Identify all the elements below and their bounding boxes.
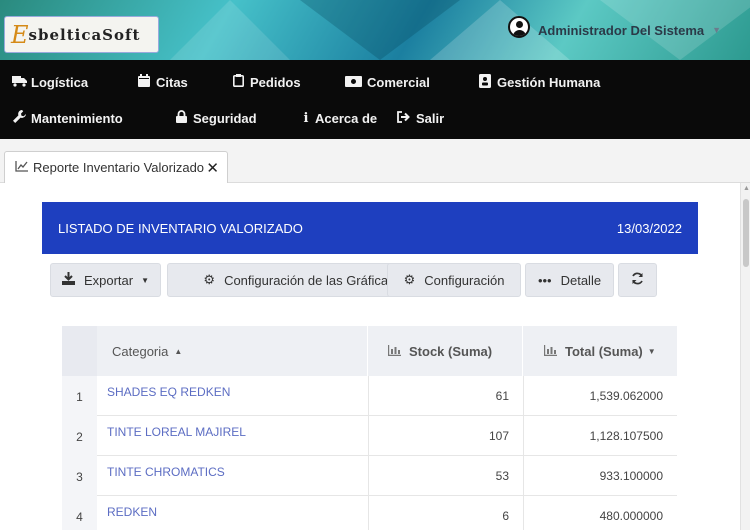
money-icon xyxy=(344,75,362,90)
total-cell: 1,128.107500 xyxy=(523,416,677,456)
scroll-up-arrow-icon[interactable]: ▲ xyxy=(743,185,750,192)
row-number-header xyxy=(62,326,97,376)
nav-item-gestion-humana[interactable]: Gestión Humana xyxy=(478,72,600,92)
main-nav: Logística Citas Pedidos Comercial Gestió… xyxy=(0,60,750,139)
nav-item-mantenimiento[interactable]: Mantenimiento xyxy=(12,108,123,128)
column-separator xyxy=(522,326,523,376)
gear-icon: ⚙ xyxy=(203,272,216,287)
config-button[interactable]: ⚙ Configuración xyxy=(387,263,521,297)
chart-config-label: Configuración de las Gráficas xyxy=(224,272,395,288)
export-button[interactable]: Exportar ▼ xyxy=(50,263,161,297)
nav-item-salir[interactable]: Salir xyxy=(397,108,444,128)
export-label: Exportar xyxy=(83,272,134,288)
nav-label: Comercial xyxy=(367,74,430,90)
calendar-icon xyxy=(137,74,151,90)
nav-item-comercial[interactable]: Comercial xyxy=(344,72,430,92)
vertical-scrollbar[interactable]: ▲ xyxy=(740,183,750,530)
tab-bar: Reporte Inventario Valorizado ✕ xyxy=(0,139,750,183)
report-header: LISTADO DE INVENTARIO VALORIZADO 13/03/2… xyxy=(42,202,698,254)
nav-item-logistica[interactable]: Logística xyxy=(12,72,88,92)
config-label: Configuración xyxy=(424,272,505,288)
user-circle-icon xyxy=(508,16,530,38)
user-menu[interactable]: Administrador Del Sistema ▼ xyxy=(508,16,721,38)
info-icon: i xyxy=(303,110,309,126)
caret-down-icon: ▼ xyxy=(141,275,150,285)
column-header-total[interactable]: Total (Suma) ▼ xyxy=(544,326,656,376)
nav-label: Mantenimiento xyxy=(31,110,123,126)
chevron-down-icon: ▼ xyxy=(712,25,722,35)
sort-desc-icon: ▼ xyxy=(647,346,656,356)
stock-cell: 107 xyxy=(368,416,523,456)
refresh-button[interactable] xyxy=(618,263,657,297)
column-header-stock[interactable]: Stock (Suma) xyxy=(388,326,492,376)
ellipsis-icon: ••• xyxy=(537,272,552,288)
clipboard-icon xyxy=(231,74,245,90)
row-number: 2 xyxy=(62,416,97,456)
wrench-icon xyxy=(12,110,26,126)
table-row[interactable]: 2 TINTE LOREAL MAJIREL 107 1,128.107500 xyxy=(62,416,677,456)
logo-initial: E xyxy=(11,20,29,49)
nav-item-seguridad[interactable]: Seguridad xyxy=(174,108,257,128)
app-logo[interactable]: E sbelticaSoft xyxy=(4,16,159,53)
user-name: Administrador Del Sistema xyxy=(538,22,705,38)
total-cell: 933.100000 xyxy=(523,456,677,496)
column-label: Stock (Suma) xyxy=(409,343,493,359)
nav-label: Gestión Humana xyxy=(497,74,601,90)
detail-button[interactable]: ••• Detalle xyxy=(525,263,614,297)
bar-chart-icon xyxy=(388,344,401,359)
nav-label: Citas xyxy=(156,74,188,90)
bar-chart-icon xyxy=(544,344,557,359)
nav-label: Logística xyxy=(31,74,89,90)
category-cell[interactable]: TINTE LOREAL MAJIREL xyxy=(107,416,246,448)
row-number: 4 xyxy=(62,496,97,530)
report-title: LISTADO DE INVENTARIO VALORIZADO xyxy=(58,220,303,236)
total-cell: 1,539.062000 xyxy=(523,376,677,416)
nav-label: Pedidos xyxy=(250,74,301,90)
stock-cell: 6 xyxy=(368,496,523,530)
nav-label: Seguridad xyxy=(193,110,257,126)
table-row[interactable]: 3 TINTE CHROMATICS 53 933.100000 xyxy=(62,456,677,496)
nav-item-acerca-de[interactable]: i Acerca de xyxy=(302,108,378,128)
row-number: 3 xyxy=(62,456,97,496)
total-cell: 480.000000 xyxy=(523,496,677,530)
refresh-icon xyxy=(631,272,644,288)
column-label: Categoria xyxy=(112,343,169,359)
stock-cell: 53 xyxy=(368,456,523,496)
nav-label: Salir xyxy=(416,110,445,126)
logo-text: sbelticaSoft xyxy=(28,25,141,44)
truck-icon xyxy=(12,75,27,90)
detail-label: Detalle xyxy=(560,272,602,288)
category-cell[interactable]: TINTE CHROMATICS xyxy=(107,456,225,488)
table-row[interactable]: 4 REDKEN 6 480.000000 xyxy=(62,496,677,530)
nav-item-citas[interactable]: Citas xyxy=(137,72,188,92)
stock-cell: 61 xyxy=(368,376,523,416)
close-icon[interactable]: ✕ xyxy=(206,159,219,177)
tab-label: Reporte Inventario Valorizado xyxy=(33,160,205,175)
lock-icon xyxy=(174,110,188,126)
column-label: Total (Suma) xyxy=(565,343,643,359)
column-header-category[interactable]: Categoria ▲ xyxy=(112,326,182,376)
scrollbar-thumb[interactable] xyxy=(743,199,749,267)
category-cell[interactable]: REDKEN xyxy=(107,496,157,528)
line-chart-icon xyxy=(15,160,28,175)
gears-icon: ⚙ xyxy=(403,272,416,287)
nav-label: Acerca de xyxy=(315,110,378,126)
id-card-icon xyxy=(478,73,492,91)
header-banner: E sbelticaSoft Administrador Del Sistema… xyxy=(0,0,750,60)
nav-item-pedidos[interactable]: Pedidos xyxy=(231,72,301,92)
grid-header: Categoria ▲ Stock (Suma) Total (Suma) ▼ xyxy=(62,326,677,376)
report-date: 13/03/2022 xyxy=(616,220,682,236)
row-number: 1 xyxy=(62,376,97,416)
download-icon xyxy=(61,272,75,288)
table-row[interactable]: 1 SHADES EQ REDKEN 61 1,539.062000 xyxy=(62,376,677,416)
category-cell[interactable]: SHADES EQ REDKEN xyxy=(107,376,230,408)
sign-out-icon xyxy=(397,110,411,126)
column-separator xyxy=(367,326,368,376)
tab-reporte-inventario[interactable]: Reporte Inventario Valorizado ✕ xyxy=(4,151,228,183)
banner-decoration xyxy=(170,0,290,60)
sort-asc-icon: ▲ xyxy=(174,346,183,356)
